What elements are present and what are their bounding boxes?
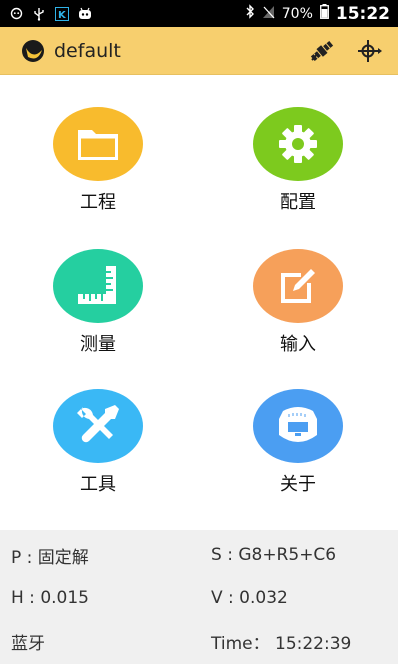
ruler-icon (76, 264, 120, 308)
survey-button[interactable] (53, 249, 143, 323)
vertical-precision: V : 0.032 (211, 588, 288, 608)
menu-item-config[interactable]: 配置 (228, 74, 368, 214)
status-time: 15:22 (335, 3, 390, 24)
horizontal-precision: H : 0.015 (11, 588, 89, 608)
app-bar: default (0, 27, 398, 75)
solution-status: P : 固定解 (11, 547, 89, 568)
input-label: 输入 (280, 334, 316, 355)
folder-icon (76, 126, 120, 162)
battery-percent: 70% (281, 5, 313, 22)
menu-item-about[interactable]: 关于 (228, 356, 368, 496)
satellite-icon[interactable] (308, 37, 336, 65)
menu-item-tools[interactable]: 工具 (28, 356, 168, 496)
edit-icon (277, 265, 319, 307)
menu-item-input[interactable]: 输入 (228, 216, 368, 356)
config-button[interactable] (253, 107, 343, 181)
project-title: default (54, 39, 121, 62)
status-bar: K 70% 15:22 (0, 0, 398, 27)
app-k-icon: K (55, 6, 69, 21)
tools-label: 工具 (80, 474, 116, 495)
app-logo-icon (20, 38, 46, 64)
usb-icon (32, 7, 46, 21)
menu-item-survey[interactable]: 测量 (28, 216, 168, 356)
project-label: 工程 (80, 192, 116, 213)
tools-button[interactable] (53, 389, 143, 463)
info-row: H : 0.015 V : 0.032 (0, 576, 398, 620)
input-button[interactable] (253, 249, 343, 323)
battery-icon (319, 4, 329, 23)
info-row: 蓝牙 Time： 15:22:39 (0, 619, 398, 663)
main-menu-grid: 工程 配置 测量 输入 工具 关于 (0, 74, 398, 529)
connection-type: 蓝牙 (11, 633, 45, 654)
satellite-count: S : G8+R5+C6 (211, 545, 337, 565)
receiver-time: Time： 15:22:39 (211, 633, 352, 654)
svg-text:K: K (58, 10, 67, 21)
bluetooth-icon (245, 4, 255, 23)
info-row: P : 固定解 S : G8+R5+C6 (0, 533, 398, 577)
receiver-icon (275, 405, 321, 447)
about-button[interactable] (253, 389, 343, 463)
menu-item-project[interactable]: 工程 (28, 74, 168, 214)
gear-icon (278, 124, 318, 164)
tools-icon (75, 403, 121, 449)
survey-label: 测量 (80, 334, 116, 355)
project-button[interactable] (53, 107, 143, 181)
no-sim-icon (262, 4, 275, 23)
target-crosshair-icon[interactable] (356, 37, 384, 65)
android-debug-icon (9, 7, 23, 21)
status-info-panel: P : 固定解 S : G8+R5+C6 H : 0.015 V : 0.032… (0, 530, 398, 664)
about-label: 关于 (280, 474, 316, 495)
config-label: 配置 (280, 192, 316, 213)
bot-icon (78, 7, 92, 21)
